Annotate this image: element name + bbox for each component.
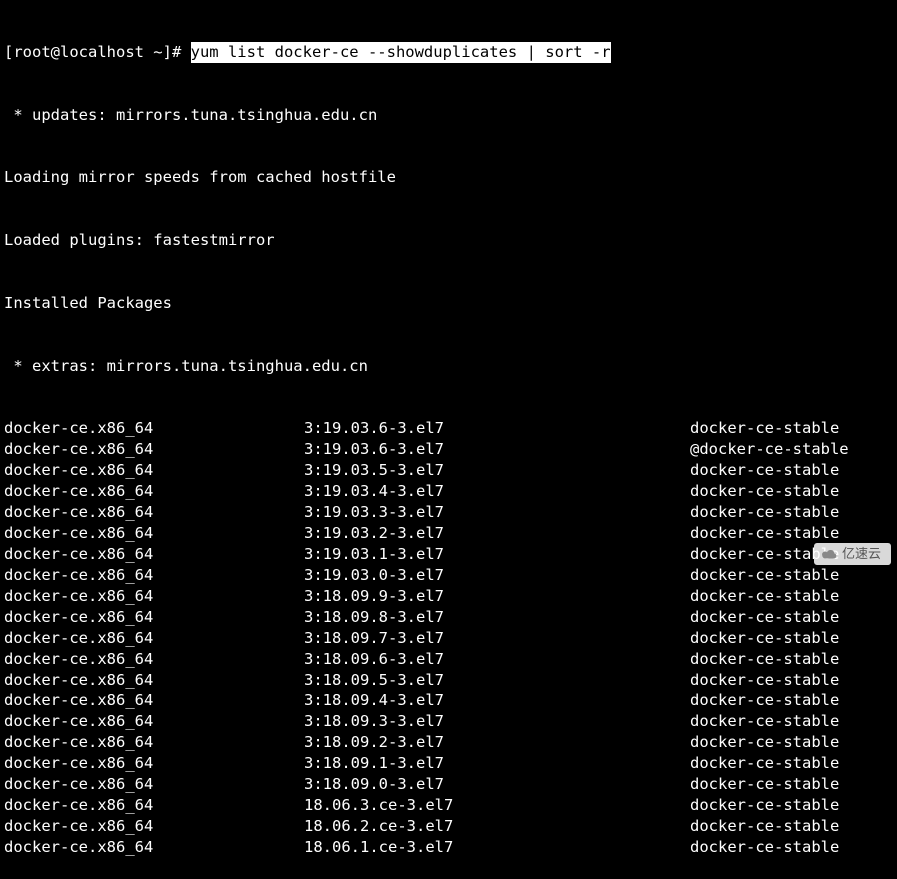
package-repo: docker-ce-stable (690, 418, 893, 439)
package-repo: docker-ce-stable (690, 670, 893, 691)
package-repo: docker-ce-stable (690, 690, 893, 711)
package-version: 3:18.09.4-3.el7 (304, 690, 690, 711)
package-name: docker-ce.x86_64 (4, 586, 304, 607)
package-name: docker-ce.x86_64 (4, 732, 304, 753)
terminal-output[interactable]: [root@localhost ~]# yum list docker-ce -… (0, 0, 897, 879)
package-version: 3:18.09.3-3.el7 (304, 711, 690, 732)
package-row: docker-ce.x86_643:18.09.9-3.el7docker-ce… (4, 586, 893, 607)
package-name: docker-ce.x86_64 (4, 837, 304, 858)
package-version: 3:19.03.6-3.el7 (304, 439, 690, 460)
package-name: docker-ce.x86_64 (4, 460, 304, 481)
package-version: 3:19.03.4-3.el7 (304, 481, 690, 502)
package-row: docker-ce.x86_643:18.09.6-3.el7docker-ce… (4, 649, 893, 670)
package-repo: docker-ce-stable (690, 774, 893, 795)
package-version: 3:18.09.8-3.el7 (304, 607, 690, 628)
package-repo: docker-ce-stable (690, 586, 893, 607)
package-row: docker-ce.x86_643:19.03.6-3.el7docker-ce… (4, 418, 893, 439)
package-name: docker-ce.x86_64 (4, 418, 304, 439)
header-line: * extras: mirrors.tuna.tsinghua.edu.cn (4, 356, 893, 377)
package-repo: docker-ce-stable (690, 837, 893, 858)
package-row: docker-ce.x86_643:19.03.4-3.el7docker-ce… (4, 481, 893, 502)
package-version: 3:19.03.0-3.el7 (304, 565, 690, 586)
package-row: docker-ce.x86_643:19.03.1-3.el7docker-ce… (4, 544, 893, 565)
package-repo: docker-ce-stable (690, 607, 893, 628)
package-version: 18.06.1.ce-3.el7 (304, 837, 690, 858)
header-line: Installed Packages (4, 293, 893, 314)
package-name: docker-ce.x86_64 (4, 481, 304, 502)
package-version: 18.06.2.ce-3.el7 (304, 816, 690, 837)
package-name: docker-ce.x86_64 (4, 502, 304, 523)
package-row: docker-ce.x86_643:18.09.8-3.el7docker-ce… (4, 607, 893, 628)
package-row: docker-ce.x86_6418.06.1.ce-3.el7docker-c… (4, 837, 893, 858)
header-line: Loaded plugins: fastestmirror (4, 230, 893, 251)
package-row: docker-ce.x86_643:18.09.0-3.el7docker-ce… (4, 774, 893, 795)
prompt-line: [root@localhost ~]# yum list docker-ce -… (4, 42, 893, 63)
package-version: 3:19.03.1-3.el7 (304, 544, 690, 565)
package-row: docker-ce.x86_643:19.03.2-3.el7docker-ce… (4, 523, 893, 544)
package-name: docker-ce.x86_64 (4, 711, 304, 732)
prompt-prefix: [root@localhost ~]# (4, 42, 191, 63)
package-version: 3:18.09.7-3.el7 (304, 628, 690, 649)
package-row: docker-ce.x86_643:19.03.5-3.el7docker-ce… (4, 460, 893, 481)
package-row: docker-ce.x86_643:19.03.3-3.el7docker-ce… (4, 502, 893, 523)
package-repo: docker-ce-stable (690, 753, 893, 774)
package-row: docker-ce.x86_6418.06.3.ce-3.el7docker-c… (4, 795, 893, 816)
package-name: docker-ce.x86_64 (4, 816, 304, 837)
package-repo: docker-ce-stable (690, 565, 893, 586)
package-row: docker-ce.x86_643:19.03.6-3.el7@docker-c… (4, 439, 893, 460)
package-repo: @docker-ce-stable (690, 439, 893, 460)
package-name: docker-ce.x86_64 (4, 628, 304, 649)
package-name: docker-ce.x86_64 (4, 690, 304, 711)
watermark-badge: 亿速云 (814, 543, 891, 565)
package-name: docker-ce.x86_64 (4, 544, 304, 565)
package-version: 3:19.03.2-3.el7 (304, 523, 690, 544)
package-version: 3:18.09.5-3.el7 (304, 670, 690, 691)
package-version: 3:19.03.5-3.el7 (304, 460, 690, 481)
watermark-text: 亿速云 (842, 545, 881, 563)
package-name: docker-ce.x86_64 (4, 649, 304, 670)
package-name: docker-ce.x86_64 (4, 439, 304, 460)
package-name: docker-ce.x86_64 (4, 670, 304, 691)
package-version: 3:18.09.1-3.el7 (304, 753, 690, 774)
package-name: docker-ce.x86_64 (4, 607, 304, 628)
package-repo: docker-ce-stable (690, 523, 893, 544)
package-row: docker-ce.x86_643:18.09.3-3.el7docker-ce… (4, 711, 893, 732)
package-row: docker-ce.x86_6418.06.2.ce-3.el7docker-c… (4, 816, 893, 837)
package-row: docker-ce.x86_643:18.09.4-3.el7docker-ce… (4, 690, 893, 711)
package-version: 3:19.03.3-3.el7 (304, 502, 690, 523)
package-version: 3:19.03.6-3.el7 (304, 418, 690, 439)
cloud-icon (820, 548, 838, 560)
package-repo: docker-ce-stable (690, 460, 893, 481)
package-name: docker-ce.x86_64 (4, 774, 304, 795)
package-row: docker-ce.x86_643:19.03.0-3.el7docker-ce… (4, 565, 893, 586)
package-version: 3:18.09.9-3.el7 (304, 586, 690, 607)
package-repo: docker-ce-stable (690, 816, 893, 837)
package-version: 3:18.09.6-3.el7 (304, 649, 690, 670)
header-line: * updates: mirrors.tuna.tsinghua.edu.cn (4, 105, 893, 126)
header-line: Loading mirror speeds from cached hostfi… (4, 167, 893, 188)
package-version: 18.06.3.ce-3.el7 (304, 795, 690, 816)
package-row: docker-ce.x86_643:18.09.5-3.el7docker-ce… (4, 670, 893, 691)
package-version: 3:18.09.2-3.el7 (304, 732, 690, 753)
package-name: docker-ce.x86_64 (4, 565, 304, 586)
package-row: docker-ce.x86_643:18.09.2-3.el7docker-ce… (4, 732, 893, 753)
package-repo: docker-ce-stable (690, 502, 893, 523)
package-repo: docker-ce-stable (690, 628, 893, 649)
package-row: docker-ce.x86_643:18.09.7-3.el7docker-ce… (4, 628, 893, 649)
package-name: docker-ce.x86_64 (4, 795, 304, 816)
prompt-command: yum list docker-ce --showduplicates | so… (191, 42, 611, 63)
package-name: docker-ce.x86_64 (4, 523, 304, 544)
package-repo: docker-ce-stable (690, 481, 893, 502)
package-repo: docker-ce-stable (690, 711, 893, 732)
package-name: docker-ce.x86_64 (4, 753, 304, 774)
package-version: 3:18.09.0-3.el7 (304, 774, 690, 795)
package-row: docker-ce.x86_643:18.09.1-3.el7docker-ce… (4, 753, 893, 774)
package-repo: docker-ce-stable (690, 732, 893, 753)
package-repo: docker-ce-stable (690, 649, 893, 670)
package-repo: docker-ce-stable (690, 795, 893, 816)
